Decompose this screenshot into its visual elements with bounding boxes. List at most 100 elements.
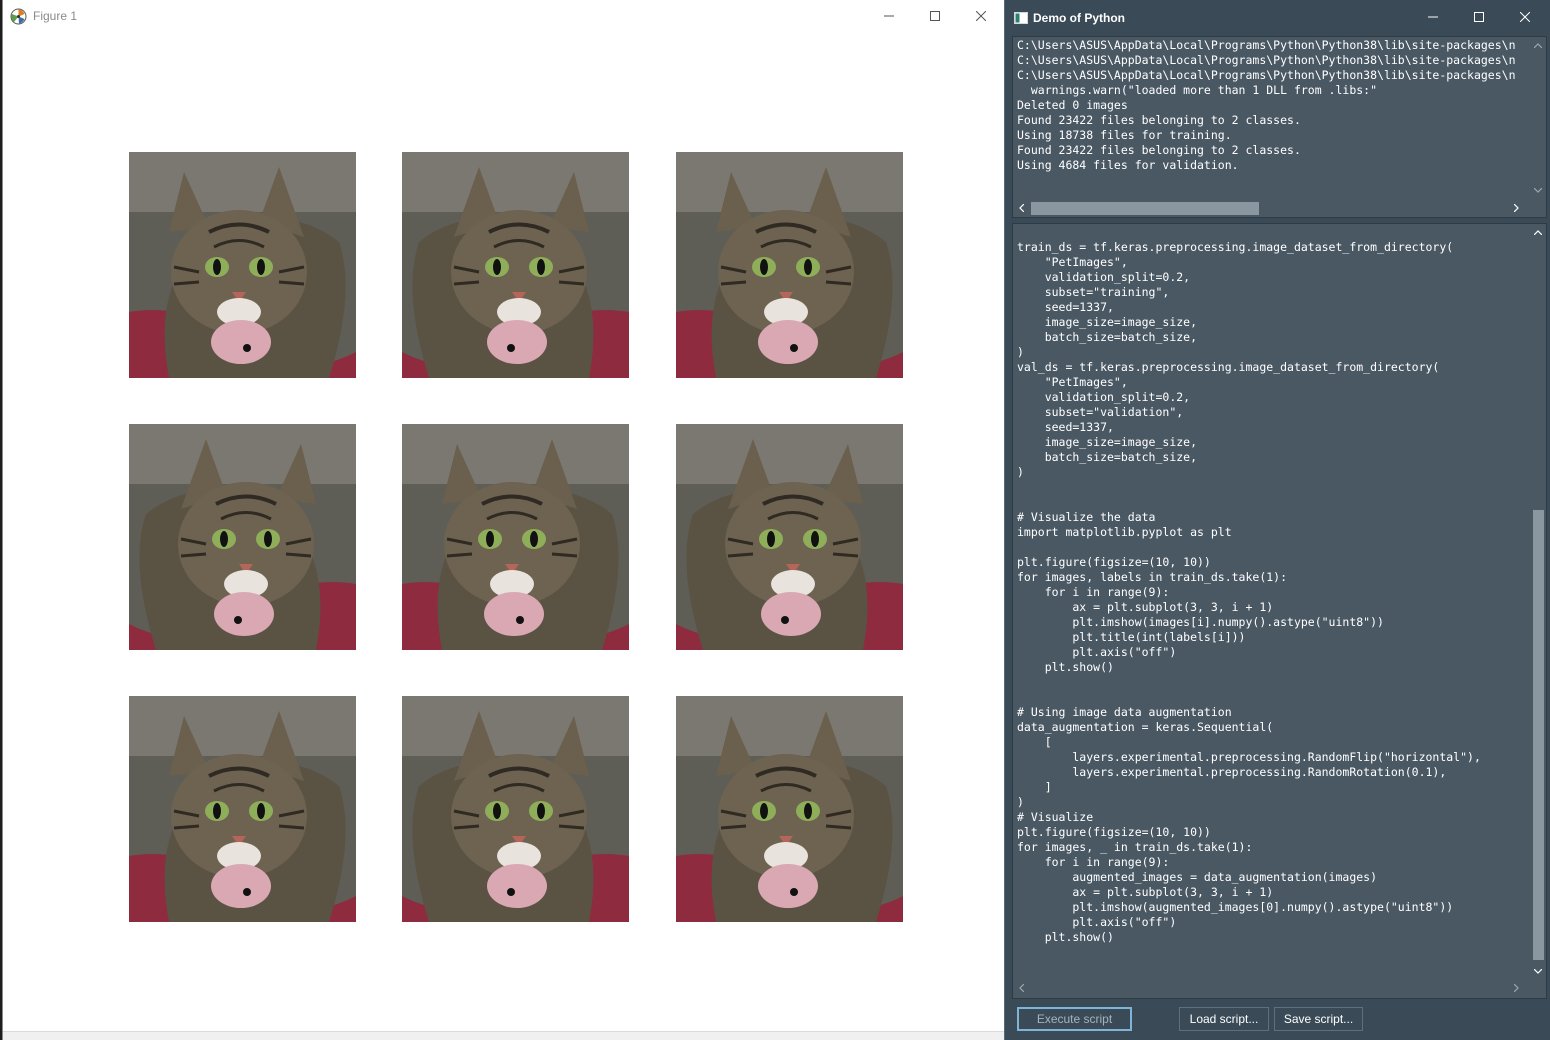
- cat-image-8: [402, 696, 629, 922]
- output-line: Using 18738 files for training.: [1017, 128, 1232, 142]
- maximize-icon: [930, 11, 940, 21]
- cat-image-2: [402, 152, 629, 378]
- scroll-right-icon[interactable]: [1508, 200, 1524, 216]
- output-horizontal-thumb[interactable]: [1031, 202, 1259, 215]
- code-line: validation_split=0.2,: [1017, 270, 1191, 284]
- python-title-bar[interactable]: Demo of Python: [1005, 0, 1550, 34]
- load-script-button[interactable]: Load script...: [1179, 1007, 1269, 1031]
- output-line: C:\Users\ASUS\AppData\Local\Programs\Pyt…: [1017, 38, 1516, 52]
- code-line: plt.figure(figsize=(10, 10)): [1017, 555, 1211, 569]
- code-line: layers.experimental.preprocessing.Random…: [1017, 765, 1447, 779]
- cat-image-5: [402, 424, 629, 650]
- cat-illustration: [129, 696, 356, 922]
- figure-canvas[interactable]: [3, 32, 1005, 1032]
- scroll-down-icon[interactable]: [1530, 963, 1546, 979]
- figure-window: Figure 1: [2, 0, 1005, 1040]
- code-line: validation_split=0.2,: [1017, 390, 1191, 404]
- scroll-down-icon[interactable]: [1530, 182, 1546, 198]
- code-line: subset="validation",: [1017, 405, 1184, 419]
- scroll-right-icon[interactable]: [1508, 980, 1524, 996]
- cat-image-6: [676, 424, 903, 650]
- cat-image-7: [129, 696, 356, 922]
- code-line: plt.imshow(augmented_images[0].numpy().a…: [1017, 900, 1454, 914]
- figure-status-strip: [3, 1031, 1005, 1040]
- code-vertical-thumb[interactable]: [1533, 510, 1544, 960]
- code-line: layers.experimental.preprocessing.Random…: [1017, 750, 1481, 764]
- figure-logo-icon: [10, 8, 27, 25]
- code-text[interactable]: train_ds = tf.keras.preprocessing.image_…: [1017, 240, 1523, 980]
- code-line: for images, labels in train_ds.take(1):: [1017, 570, 1288, 584]
- code-line: val_ds = tf.keras.preprocessing.image_da…: [1017, 360, 1440, 374]
- code-line: batch_size=batch_size,: [1017, 330, 1198, 344]
- output-text: C:\Users\ASUS\AppData\Local\Programs\Pyt…: [1017, 38, 1523, 198]
- code-line: ): [1017, 795, 1024, 809]
- close-icon: [1520, 12, 1530, 22]
- maximize-icon: [1474, 12, 1484, 22]
- output-line: C:\Users\ASUS\AppData\Local\Programs\Pyt…: [1017, 68, 1516, 82]
- code-line: import matplotlib.pyplot as plt: [1017, 525, 1232, 539]
- code-line: [: [1017, 735, 1052, 749]
- cat-illustration: [676, 152, 903, 378]
- code-line: ): [1017, 465, 1024, 479]
- code-line: seed=1337,: [1017, 300, 1114, 314]
- code-line: ]: [1017, 780, 1052, 794]
- maximize-button[interactable]: [912, 0, 958, 32]
- cat-image-1: [129, 152, 356, 378]
- code-line: seed=1337,: [1017, 420, 1114, 434]
- code-editor[interactable]: train_ds = tf.keras.preprocessing.image_…: [1012, 223, 1547, 999]
- python-window: Demo of Python C:\Users\ASUS\AppData\Loc…: [1004, 0, 1550, 1040]
- execute-script-button[interactable]: Execute script: [1017, 1007, 1132, 1031]
- save-script-button[interactable]: Save script...: [1274, 1007, 1363, 1031]
- code-line: ax = plt.subplot(3, 3, i + 1): [1017, 885, 1274, 899]
- code-line: subset="training",: [1017, 285, 1170, 299]
- code-line: for images, _ in train_ds.take(1):: [1017, 840, 1253, 854]
- output-line: C:\Users\ASUS\AppData\Local\Programs\Pyt…: [1017, 53, 1516, 67]
- close-button[interactable]: [958, 0, 1004, 32]
- minimize-button[interactable]: [866, 0, 912, 32]
- code-line: "PetImages",: [1017, 375, 1128, 389]
- cat-illustration: [402, 424, 629, 650]
- scroll-left-icon[interactable]: [1013, 980, 1029, 996]
- output-line: Found 23422 files belonging to 2 classes…: [1017, 113, 1301, 127]
- code-line: # Visualize the data: [1017, 510, 1156, 524]
- output-line: Found 23422 files belonging to 2 classes…: [1017, 143, 1301, 157]
- code-vertical-scrollbar[interactable]: [1530, 224, 1546, 980]
- output-line: Deleted 0 images: [1017, 98, 1128, 112]
- cat-image-4: [129, 424, 356, 650]
- code-line: for i in range(9):: [1017, 855, 1170, 869]
- output-horizontal-scrollbar[interactable]: [1013, 200, 1530, 216]
- scroll-up-icon[interactable]: [1530, 37, 1546, 53]
- scroll-left-icon[interactable]: [1013, 200, 1029, 216]
- code-horizontal-scrollbar[interactable]: [1013, 980, 1530, 996]
- figure-title-bar[interactable]: Figure 1: [3, 0, 1005, 32]
- scroll-up-icon[interactable]: [1530, 224, 1546, 240]
- cat-illustration: [129, 152, 356, 378]
- code-line: ): [1017, 345, 1024, 359]
- code-line: plt.show(): [1017, 660, 1114, 674]
- cat-image-3: [676, 152, 903, 378]
- code-line: plt.axis("off"): [1017, 915, 1177, 929]
- cat-illustration: [402, 152, 629, 378]
- output-line: Using 4684 files for validation.: [1017, 158, 1239, 172]
- py-minimize-button[interactable]: [1410, 0, 1456, 34]
- output-vertical-scrollbar[interactable]: [1530, 37, 1546, 200]
- py-maximize-button[interactable]: [1456, 0, 1502, 34]
- code-line: plt.show(): [1017, 930, 1114, 944]
- code-line: ax = plt.subplot(3, 3, i + 1): [1017, 600, 1274, 614]
- code-line: data_augmentation = keras.Sequential(: [1017, 720, 1274, 734]
- code-line: "PetImages",: [1017, 255, 1128, 269]
- code-line: for i in range(9):: [1017, 585, 1170, 599]
- figure-title: Figure 1: [33, 9, 78, 23]
- code-line: # Visualize: [1017, 810, 1094, 824]
- cat-illustration: [676, 424, 903, 650]
- output-panel[interactable]: C:\Users\ASUS\AppData\Local\Programs\Pyt…: [1012, 36, 1547, 218]
- cat-illustration: [402, 696, 629, 922]
- code-line: augmented_images = data_augmentation(ima…: [1017, 870, 1378, 884]
- py-close-button[interactable]: [1502, 0, 1548, 34]
- cat-image-9: [676, 696, 903, 922]
